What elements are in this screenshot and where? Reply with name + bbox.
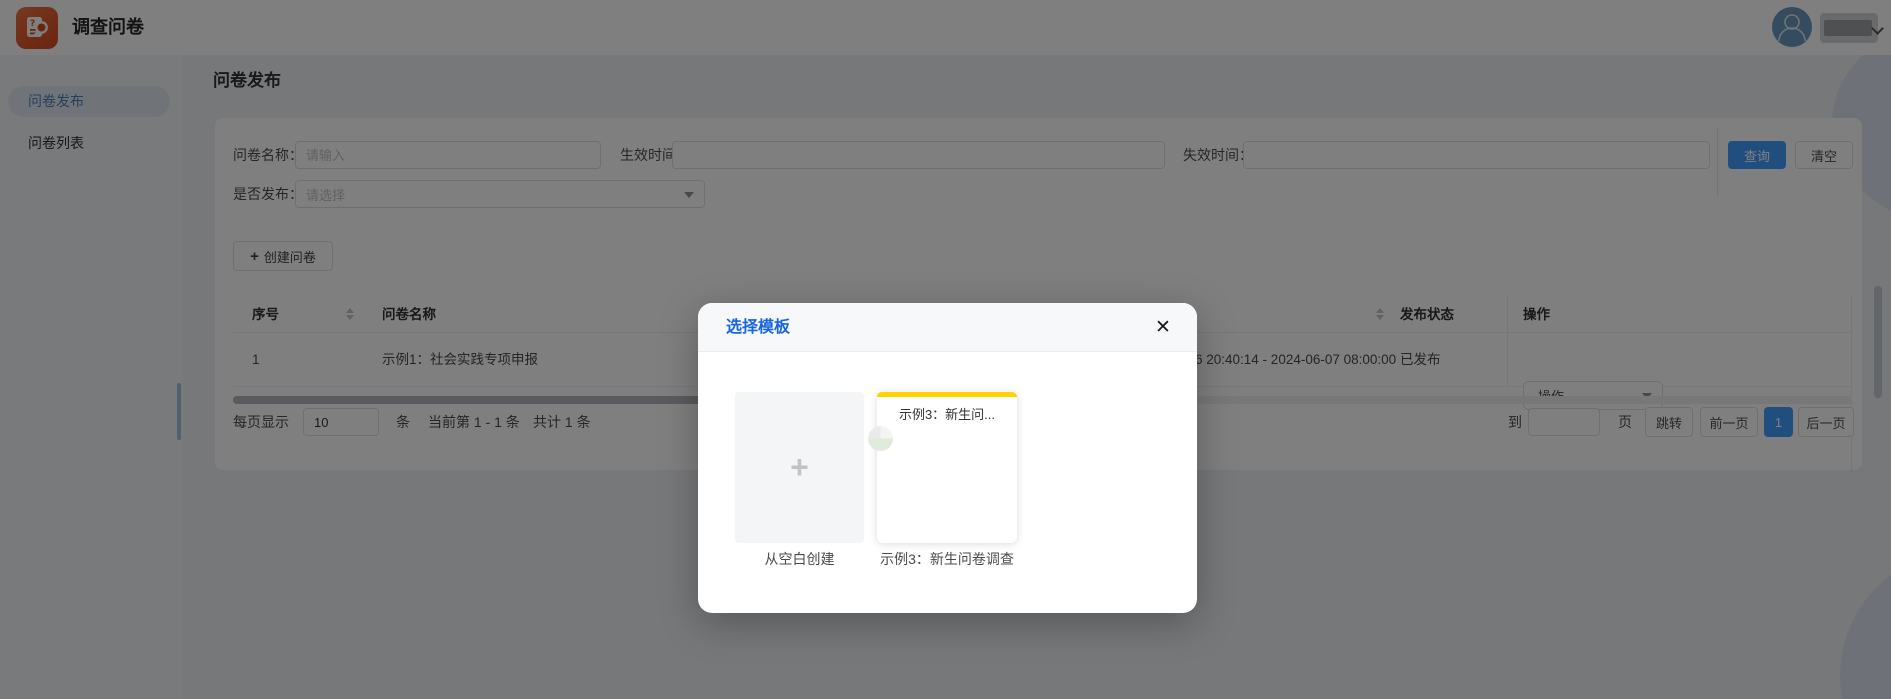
template-card-blank[interactable]: +: [735, 392, 864, 543]
template-card-topbar: [877, 392, 1017, 397]
template-card-sample3[interactable]: 示例3：新生问...: [877, 392, 1017, 543]
survey-app-window: ? 调查问卷 问卷发布 问卷列表 问卷发布: [0, 0, 1891, 699]
dialog-title: 选择模板: [726, 303, 790, 352]
plus-icon: +: [790, 449, 809, 486]
pie-chart-thumbnail-icon: [868, 426, 893, 451]
template-picker-dialog: 选择模板 ✕ + 示例3：新生问... 从空白创建 示例3：新生问卷调查: [698, 303, 1197, 613]
dialog-header: 选择模板 ✕: [698, 303, 1197, 352]
template-label-sample3: 示例3：新生问卷调查: [877, 549, 1017, 569]
template-card-title: 示例3：新生问...: [877, 404, 1017, 423]
template-label-blank: 从空白创建: [735, 549, 864, 569]
close-icon[interactable]: ✕: [1151, 316, 1175, 340]
